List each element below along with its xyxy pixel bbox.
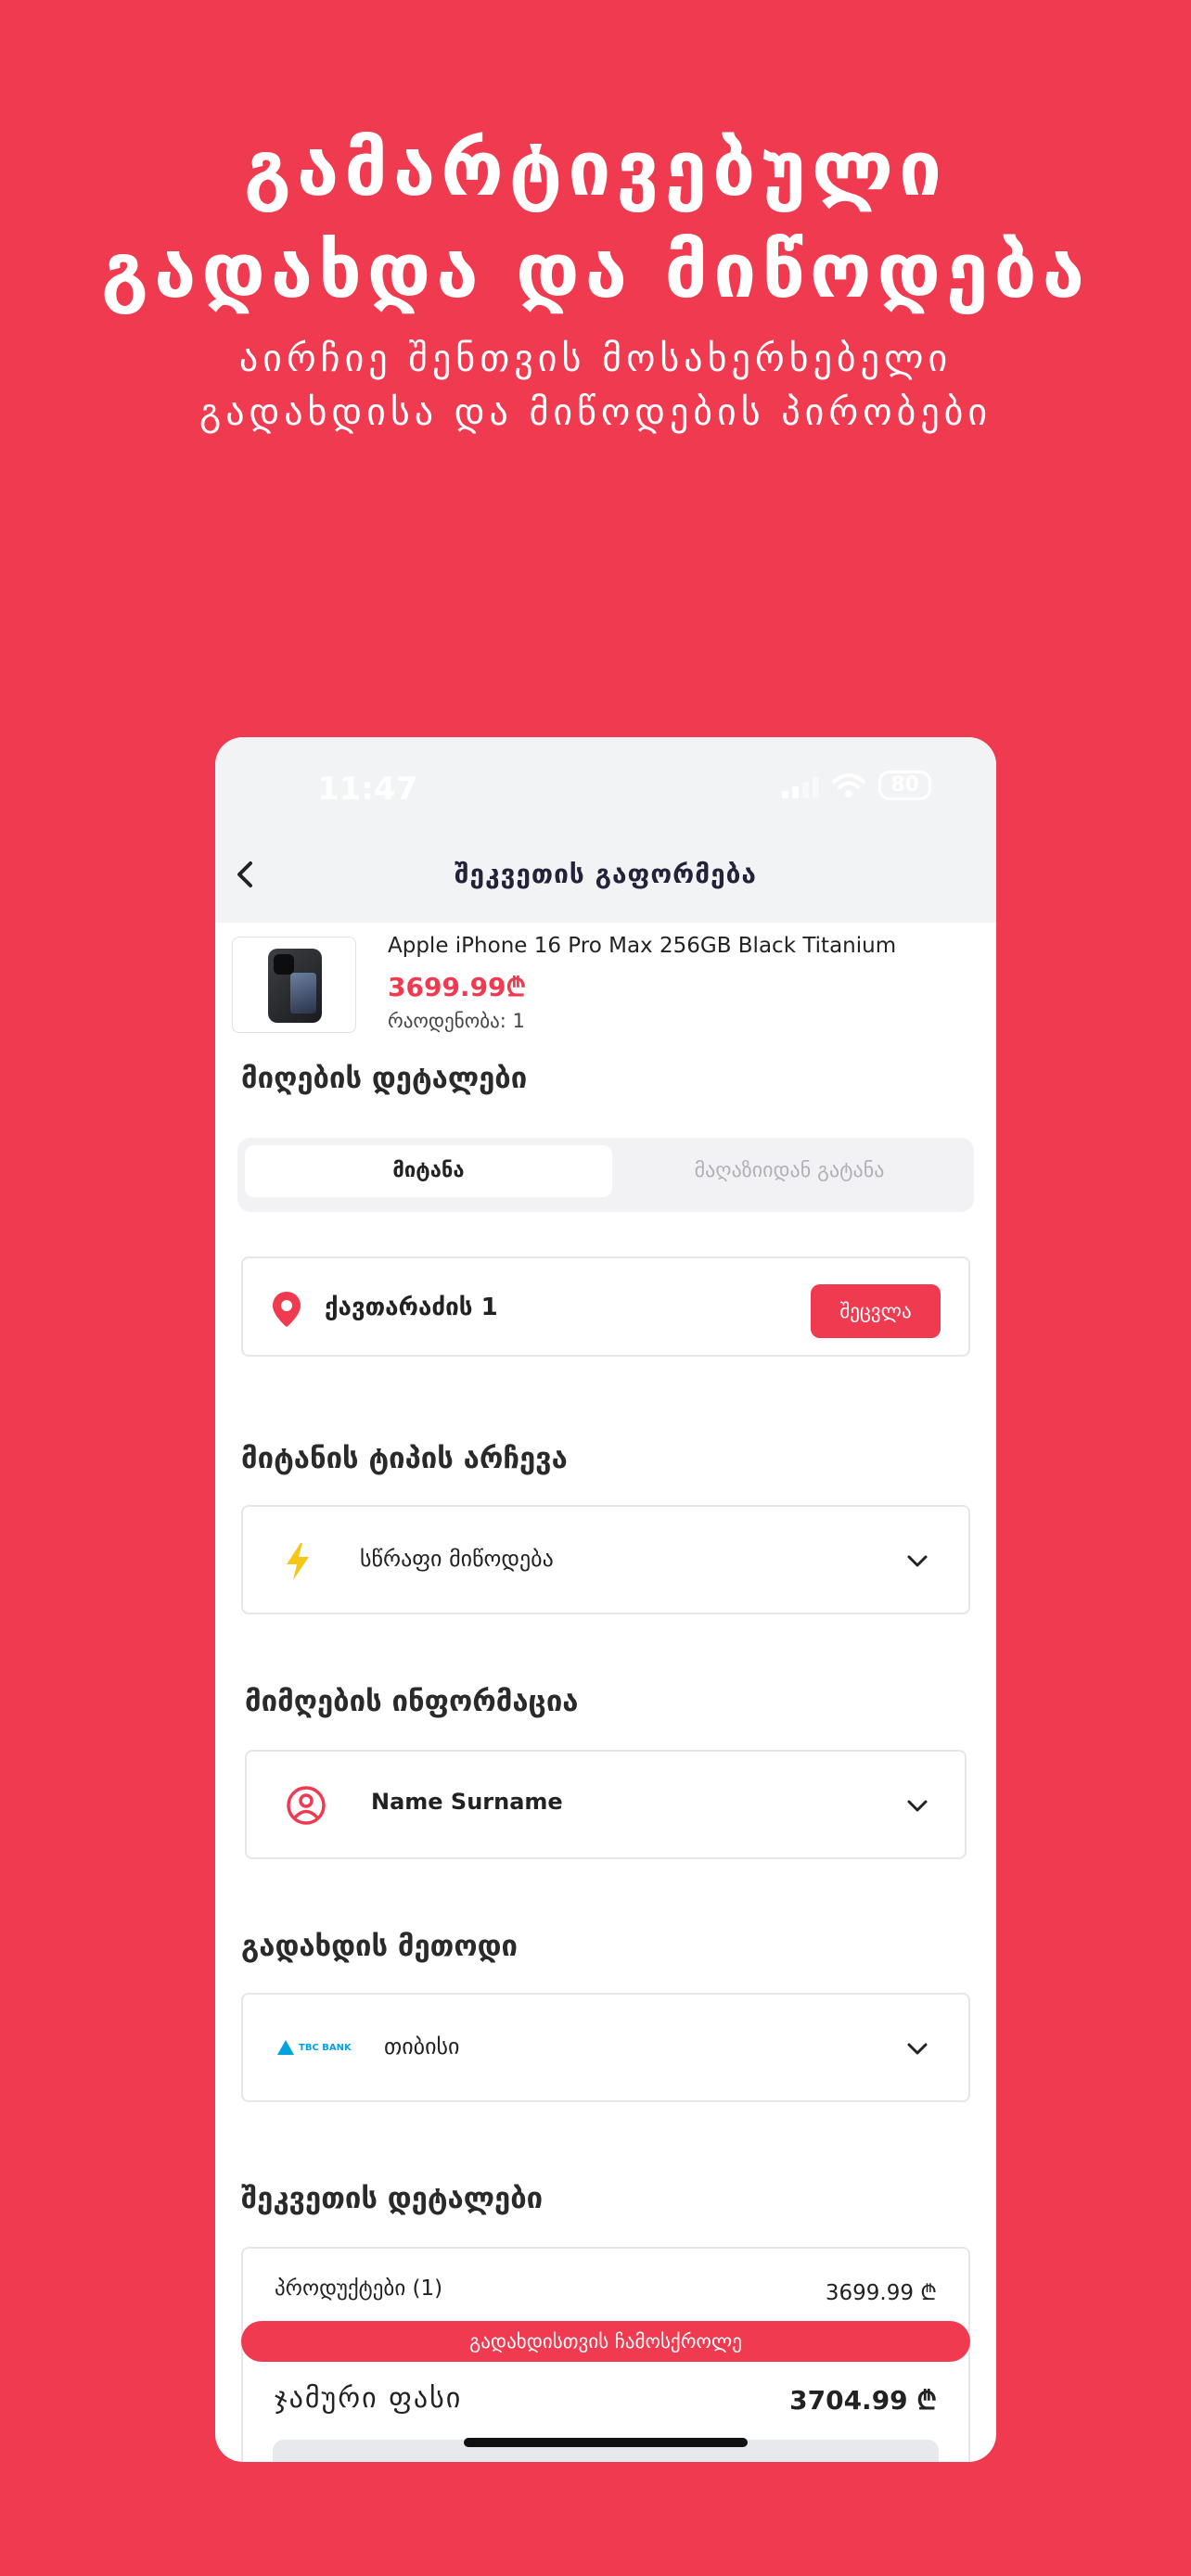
order-details-title: შეკვეთის დეტალები — [241, 2182, 544, 2215]
tbc-logo-text: TBC BANK — [299, 2042, 352, 2053]
product-image — [232, 937, 356, 1033]
products-count-label: პროდუქტები (1) — [275, 2276, 443, 2301]
recipient-name: Name Surname — [371, 1789, 563, 1815]
tbc-bank-logo: TBC BANK — [276, 2039, 352, 2056]
hero-subtitle: აირჩიე შენთვის მოსახერხებელი გადახდისა დ… — [0, 332, 1191, 440]
hero-title-line-1: გამარტივებული — [243, 125, 948, 213]
hero-subtitle-line-1: აირჩიე შენთვის მოსახერხებელი — [238, 338, 953, 380]
address-card[interactable]: ქავთარაძის 1 შეცვლა — [241, 1256, 970, 1357]
address-text: ქავთარაძის 1 — [325, 1294, 498, 1321]
page-title: შეკვეთის გაფორმება — [455, 859, 757, 889]
hero-subtitle-line-2: გადახდისა და მიწოდების პირობები — [198, 391, 992, 434]
iphone-image — [268, 949, 322, 1023]
tbc-logo-icon — [277, 2040, 294, 2055]
app-header — [215, 737, 996, 923]
signal-icon — [782, 772, 820, 798]
tab-delivery[interactable]: მიტანა — [245, 1145, 612, 1197]
hero-title-line-2: გადახდა და მიწოდება — [100, 227, 1091, 315]
product-price: 3699.99₾ — [388, 972, 527, 1002]
tab-pickup[interactable]: მაღაზიიდან გატანა — [612, 1145, 967, 1197]
phone-screen: 11:47 80 შეკვეთის გაფორმება Apple iPhone… — [215, 737, 996, 2462]
receive-method-toggle: მიტანა მაღაზიიდან გატანა — [237, 1138, 974, 1212]
battery-icon: 80 — [878, 771, 931, 800]
scroll-to-pay-banner[interactable]: გადახდისთვის ჩამოსქროლე — [241, 2321, 970, 2362]
status-time: 11:47 — [317, 771, 418, 808]
product-name: Apple iPhone 16 Pro Max 256GB Black Tita… — [388, 934, 897, 958]
delivery-type-value: სწრაფი მიწოდება — [360, 1546, 554, 1572]
chevron-down-icon — [907, 1800, 928, 1812]
home-indicator — [464, 2438, 748, 2447]
chevron-down-icon — [907, 2043, 928, 2055]
recipient-info-title: მიმღების ინფორმაცია — [245, 1685, 579, 1718]
delivery-type-select[interactable]: სწრაფი მიწოდება — [241, 1505, 970, 1614]
payment-method-select[interactable]: TBC BANK თიბისი — [241, 1993, 970, 2102]
recipient-select[interactable]: Name Surname — [245, 1750, 967, 1859]
total-value: 3704.99 ₾ — [789, 2385, 937, 2416]
product-quantity: რაოდენობა: 1 — [388, 1010, 525, 1032]
hero-title: გამარტივებული გადახდა და მიწოდება — [0, 119, 1191, 323]
total-label: ჯამური ფასი — [275, 2382, 463, 2415]
payment-method-title: გადახდის მეთოდი — [241, 1930, 518, 1963]
status-icons: 80 — [782, 771, 931, 800]
delivery-type-title: მიტანის ტიპის არჩევა — [241, 1442, 568, 1475]
user-icon — [287, 1786, 326, 1825]
wifi-icon — [832, 773, 866, 797]
receive-details-title: მიღების დეტალები — [241, 1062, 528, 1095]
location-pin-icon — [273, 1292, 301, 1327]
lightning-icon — [287, 1543, 309, 1580]
payment-method-value: თიბისი — [384, 2034, 460, 2060]
change-address-button[interactable]: შეცვლა — [811, 1284, 941, 1338]
chevron-down-icon — [907, 1555, 928, 1567]
products-value: 3699.99 ₾ — [825, 2281, 937, 2305]
